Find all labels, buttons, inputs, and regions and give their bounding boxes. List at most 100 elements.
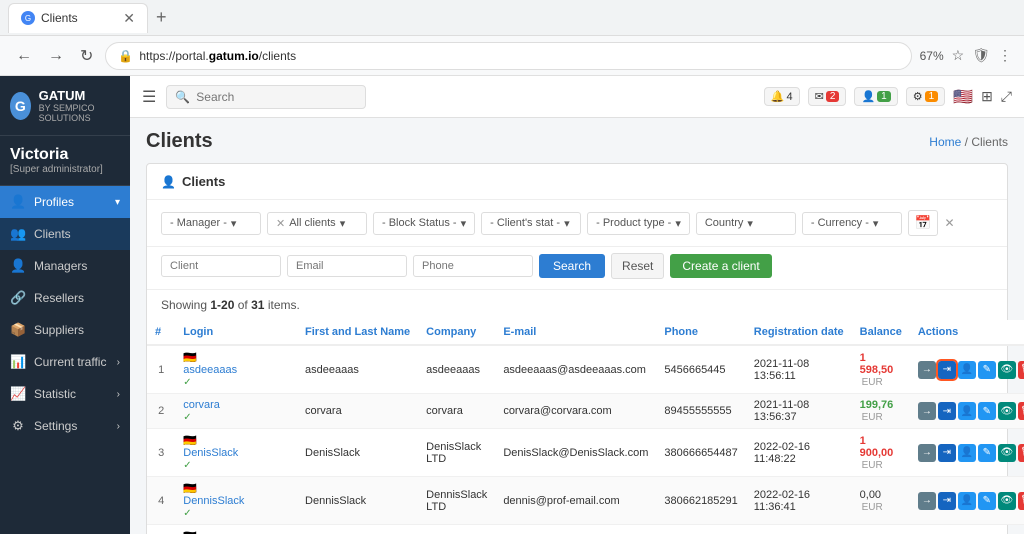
delete-button[interactable]: 🗑 — [1018, 492, 1024, 510]
login-link[interactable]: DennisSlack — [183, 495, 289, 507]
sidebar-item-statistic[interactable]: 📈 Statistic › — [0, 378, 130, 410]
verified-icon: ✓ — [183, 508, 191, 519]
login-link[interactable]: asdeeaaas — [183, 364, 289, 376]
view-button[interactable]: 👁 — [998, 492, 1016, 510]
extensions-icon[interactable]: ⋮ — [998, 47, 1012, 64]
person-button[interactable]: 👤 — [958, 492, 976, 510]
address-bar[interactable]: 🔒 https://portal.gatum.io/clients — [105, 42, 911, 70]
forward-button[interactable]: → — [44, 43, 68, 69]
panel-header-icon: 👤 — [161, 175, 176, 189]
country-filter[interactable]: Country ▾ — [696, 212, 796, 235]
col-login[interactable]: Login — [175, 320, 297, 345]
login-button[interactable]: ⇥ — [938, 444, 956, 462]
sidebar-item-settings[interactable]: ⚙ Settings › — [0, 410, 130, 442]
login-link[interactable]: DenisSlack — [183, 447, 289, 459]
edit-button[interactable]: ✎ — [978, 402, 996, 420]
resellers-icon: 🔗 — [10, 290, 26, 306]
edit-button[interactable]: ✎ — [978, 444, 996, 462]
clients-table: # Login First and Last Name Company E-ma… — [147, 320, 1024, 534]
arrow-button[interactable]: → — [918, 444, 936, 462]
currency: EUR — [862, 460, 883, 471]
email-icon: ✉ — [815, 90, 824, 103]
grid-view-icon[interactable]: ⊞ — [981, 88, 993, 105]
cell-num: 4 — [147, 477, 175, 525]
view-button[interactable]: 👁 — [998, 361, 1016, 379]
flag-icon: 🇩🇪 — [183, 352, 197, 364]
arrow-button[interactable]: → — [918, 492, 936, 510]
col-phone[interactable]: Phone — [656, 320, 745, 345]
menu-toggle-button[interactable]: ☰ — [142, 87, 156, 107]
col-company[interactable]: Company — [418, 320, 495, 345]
reset-button[interactable]: Reset — [611, 253, 664, 279]
arrow-button[interactable]: → — [918, 402, 936, 420]
tag-remove-icon[interactable]: ✕ — [276, 217, 285, 230]
edit-button[interactable]: ✎ — [978, 492, 996, 510]
bookmark-icon[interactable]: ☆ — [952, 47, 965, 64]
filter-remove-icon[interactable]: ✕ — [944, 216, 954, 230]
create-client-button[interactable]: Create a client — [670, 254, 771, 278]
managers-icon: 👤 — [10, 258, 26, 274]
person-button[interactable]: 👤 — [958, 444, 976, 462]
sidebar-item-clients[interactable]: 👥 Clients — [0, 218, 130, 250]
delete-button[interactable]: 🗑 — [1018, 444, 1024, 462]
reload-button[interactable]: ↻ — [76, 42, 97, 70]
alerts-badge[interactable]: ⚙ 1 — [906, 87, 945, 106]
url-display: https://portal.gatum.io/clients — [139, 49, 296, 63]
currency-filter[interactable]: - Currency - ▾ — [802, 212, 902, 235]
search-button[interactable]: Search — [539, 254, 605, 278]
suppliers-icon: 📦 — [10, 322, 26, 338]
person-button[interactable]: 👤 — [958, 402, 976, 420]
language-flag[interactable]: 🇺🇸 — [953, 87, 973, 107]
col-email[interactable]: E-mail — [495, 320, 656, 345]
col-regdate[interactable]: Registration date — [746, 320, 852, 345]
product-type-filter[interactable]: - Product type - ▾ — [587, 212, 690, 235]
logo-text: GATUM BY SEMPICO SOLUTIONS — [39, 88, 120, 123]
email-input[interactable] — [287, 255, 407, 277]
login-button[interactable]: ⇥ — [938, 402, 956, 420]
sidebar-item-current-traffic[interactable]: 📊 Current traffic › — [0, 346, 130, 378]
calendar-button[interactable]: 📅 — [908, 210, 939, 236]
view-button[interactable]: 👁 — [998, 444, 1016, 462]
breadcrumb: Home / Clients — [929, 135, 1008, 149]
search-box[interactable]: 🔍 — [166, 85, 366, 109]
edit-button[interactable]: ✎ — [978, 361, 996, 379]
sidebar-item-profiles[interactable]: 👤 Profiles ▾ — [0, 186, 130, 218]
table-row: 3 🇩🇪 DenisSlack ✓ DenisSlack DenisSlack … — [147, 429, 1024, 477]
notifications-badge[interactable]: 🔔 4 — [764, 87, 800, 106]
arrow-button[interactable]: → — [918, 361, 936, 379]
client-stat-filter[interactable]: - Client's stat - ▾ — [481, 212, 581, 235]
new-tab-button[interactable]: + — [156, 7, 167, 28]
expand-icon[interactable]: ⤢ — [1001, 88, 1012, 105]
sidebar-item-label: Managers — [34, 259, 87, 273]
manager-filter[interactable]: - Manager - ▾ — [161, 212, 261, 235]
login-button[interactable]: ⇥ — [938, 492, 956, 510]
breadcrumb-home[interactable]: Home — [929, 135, 961, 149]
cell-actions: → ⇥ 👤 ✎ 👁 🗑 — [910, 394, 1024, 429]
active-tab[interactable]: G Clients ✕ — [8, 3, 148, 33]
view-button[interactable]: 👁 — [998, 402, 1016, 420]
chevron-right-icon: › — [117, 421, 120, 432]
delete-button[interactable]: 🗑 — [1018, 361, 1024, 379]
alerts-count: 1 — [925, 91, 939, 102]
col-name[interactable]: First and Last Name — [297, 320, 418, 345]
users-badge[interactable]: 👤 1 — [854, 87, 897, 106]
block-status-filter[interactable]: - Block Status - ▾ — [373, 212, 475, 235]
sidebar-item-resellers[interactable]: 🔗 Resellers — [0, 282, 130, 314]
sidebar-item-managers[interactable]: 👤 Managers — [0, 250, 130, 282]
messages-badge[interactable]: ✉ 2 — [808, 87, 847, 106]
back-button[interactable]: ← — [12, 43, 36, 69]
action-buttons: → ⇥ 👤 ✎ 👁 🗑 — [918, 492, 1024, 510]
zoom-level: 67% — [920, 49, 944, 63]
tab-close-button[interactable]: ✕ — [123, 10, 135, 27]
phone-input[interactable] — [413, 255, 533, 277]
client-type-filter[interactable]: ✕ All clients ▾ — [267, 212, 367, 235]
sidebar-item-suppliers[interactable]: 📦 Suppliers — [0, 314, 130, 346]
search-input[interactable] — [196, 90, 336, 104]
client-input[interactable] — [161, 255, 281, 277]
chevron-down-icon: ▾ — [231, 217, 237, 230]
login-link[interactable]: corvara — [183, 399, 289, 411]
col-balance[interactable]: Balance — [852, 320, 910, 345]
delete-button[interactable]: 🗑 — [1018, 402, 1024, 420]
person-button[interactable]: 👤 — [958, 361, 976, 379]
login-button[interactable]: ⇥ — [938, 361, 956, 379]
